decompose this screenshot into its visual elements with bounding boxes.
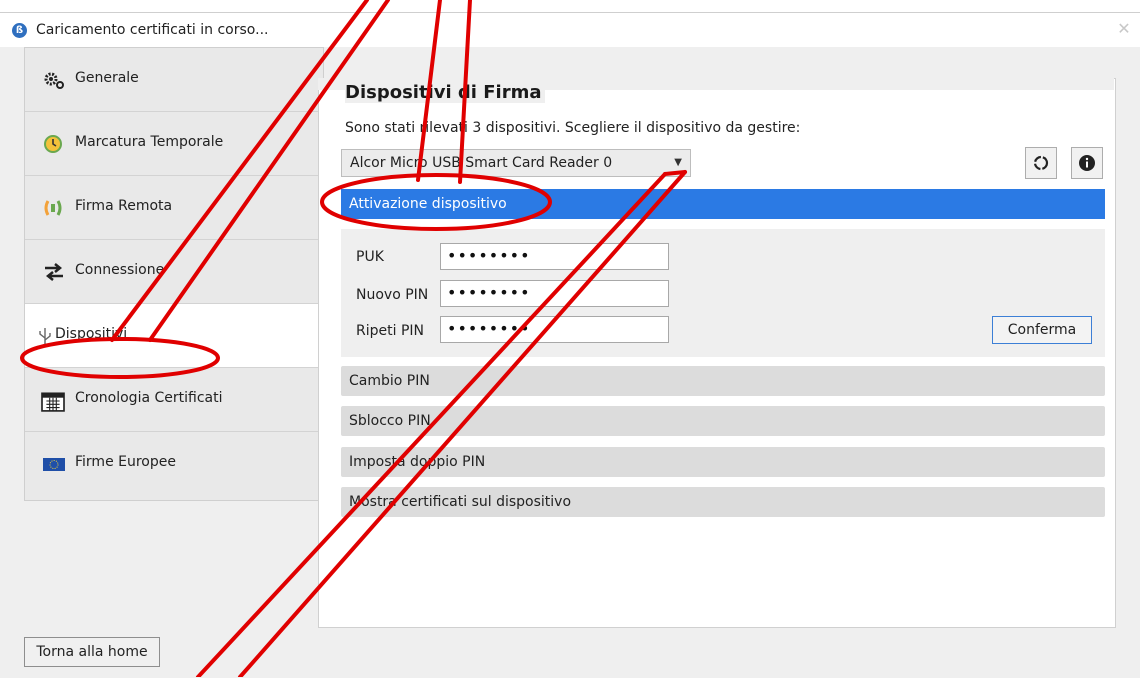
- page-title: Dispositivi di Firma: [345, 82, 546, 103]
- sidebar-item-generale[interactable]: Generale: [25, 48, 323, 112]
- refresh-button[interactable]: [1025, 147, 1057, 179]
- device-select[interactable]: Alcor Micro USB Smart Card Reader 0 ▼: [341, 149, 691, 177]
- home-button[interactable]: Torna alla home: [24, 637, 160, 667]
- sidebar-item-label: Cronologia Certificati: [75, 390, 223, 406]
- accordion-imposta-doppio-pin[interactable]: Imposta doppio PIN: [341, 447, 1105, 477]
- eu-flag-icon: [43, 458, 65, 471]
- sidebar-item-label: Firme Europee: [75, 454, 176, 470]
- sidebar-item-label: Marcatura Temporale: [75, 134, 224, 150]
- accordion-cambio-pin[interactable]: Cambio PIN: [341, 366, 1105, 396]
- puk-label: PUK: [356, 249, 384, 265]
- puk-input[interactable]: ••••••••: [440, 243, 669, 270]
- sidebar-item-cronologia-certificati[interactable]: Cronologia Certificati: [25, 368, 323, 432]
- clock-icon: [44, 135, 62, 153]
- gears-icon: [44, 72, 64, 89]
- remote-signature-icon: [44, 200, 62, 216]
- sidebar-item-firma-remota[interactable]: Firma Remota: [25, 176, 323, 240]
- new-pin-label: Nuovo PIN: [356, 287, 429, 303]
- sidebar-item-connessione[interactable]: Connessione: [25, 240, 323, 304]
- chevron-down-icon: ▼: [674, 157, 682, 168]
- close-icon[interactable]: ✕: [1116, 21, 1132, 37]
- arrows-exchange-icon: [45, 263, 63, 281]
- accordion-sblocco-pin[interactable]: Sblocco PIN: [341, 406, 1105, 436]
- sidebar-item-label: Generale: [75, 70, 139, 86]
- usb-icon: [39, 328, 51, 344]
- accordion-mostra-certificati[interactable]: Mostra certificati sul dispositivo: [341, 487, 1105, 517]
- title-bar: ß Caricamento certificati in corso... ✕: [0, 13, 1140, 47]
- repeat-pin-input[interactable]: ••••••••: [440, 316, 669, 343]
- repeat-pin-label: Ripeti PIN: [356, 323, 424, 339]
- accordion-attivazione-dispositivo[interactable]: Attivazione dispositivo: [341, 189, 1105, 219]
- sidebar: Generale Marcatura Temporale Firma Remot…: [24, 47, 324, 501]
- info-button[interactable]: [1071, 147, 1103, 179]
- new-pin-input[interactable]: ••••••••: [440, 280, 669, 307]
- instructions-text: Sono stati rilevati 3 dispositivi. Scegl…: [345, 120, 801, 136]
- sidebar-item-dispositivi[interactable]: Dispositivi: [25, 304, 323, 368]
- confirm-button[interactable]: Conferma: [992, 316, 1092, 344]
- refresh-icon: [1033, 155, 1049, 171]
- info-icon: [1079, 155, 1095, 171]
- sidebar-item-label: Dispositivi: [55, 326, 128, 342]
- calendar-icon: [41, 392, 65, 412]
- sidebar-item-marcatura-temporale[interactable]: Marcatura Temporale: [25, 112, 323, 176]
- sidebar-item-label: Firma Remota: [75, 198, 173, 214]
- device-select-value: Alcor Micro USB Smart Card Reader 0: [350, 155, 613, 171]
- sidebar-item-label: Connessione: [75, 262, 165, 278]
- app-logo-icon: ß: [12, 23, 27, 38]
- window-title: Caricamento certificati in corso...: [36, 22, 269, 38]
- sidebar-item-firme-europee[interactable]: Firme Europee: [25, 432, 323, 496]
